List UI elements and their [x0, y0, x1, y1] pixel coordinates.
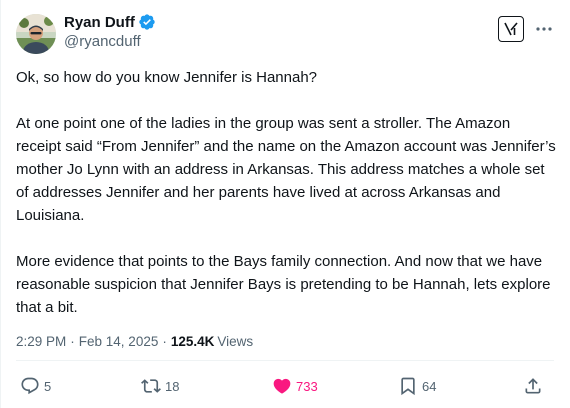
bookmark-button[interactable]: 64	[398, 374, 436, 398]
tweet-date[interactable]: Feb 14, 2025	[79, 334, 159, 349]
tweet-paragraph: More evidence that points to the Bays fa…	[16, 253, 551, 316]
repost-icon	[141, 376, 161, 396]
tweet: Ryan Duff @ryancduff Ok, so how do you k…	[0, 0, 570, 408]
like-button[interactable]: 733	[272, 374, 318, 398]
divider	[16, 360, 554, 361]
tweet-paragraph: Ok, so how do you know Jennifer is Hanna…	[16, 69, 318, 86]
views-label: Views	[217, 333, 254, 349]
share-button[interactable]	[523, 374, 543, 398]
reply-icon	[20, 376, 40, 396]
author-handle[interactable]: @ryancduff	[64, 32, 156, 52]
reply-count: 5	[44, 378, 52, 394]
action-bar: 5 18 733 64	[16, 374, 554, 398]
divider	[0, 0, 1, 408]
author-display-name[interactable]: Ryan Duff	[64, 14, 135, 31]
tweet-paragraph: At one point one of the ladies in the gr…	[16, 115, 556, 224]
author-names: Ryan Duff @ryancduff	[64, 12, 156, 52]
separator: ·	[162, 333, 167, 349]
grok-icon[interactable]	[498, 16, 524, 42]
more-icon[interactable]	[534, 19, 554, 39]
header-actions	[498, 16, 554, 42]
heart-icon	[272, 376, 292, 396]
bookmark-icon	[398, 376, 418, 396]
like-count: 733	[296, 378, 318, 394]
repost-count: 18	[165, 378, 180, 394]
views-count[interactable]: 125.4K	[171, 334, 215, 349]
bookmark-count: 64	[422, 378, 437, 394]
tweet-header: Ryan Duff @ryancduff	[16, 12, 554, 56]
avatar[interactable]	[16, 14, 56, 54]
repost-button[interactable]: 18	[141, 374, 179, 398]
tweet-time[interactable]: 2:29 PM	[16, 334, 66, 349]
tweet-text: Ok, so how do you know Jennifer is Hanna…	[16, 66, 556, 319]
verified-badge-icon	[138, 13, 156, 31]
reply-button[interactable]: 5	[20, 374, 51, 398]
tweet-meta: 2:29 PM · Feb 14, 2025 · 125.4K Views	[16, 331, 253, 351]
separator: ·	[70, 333, 75, 349]
share-icon	[523, 376, 543, 396]
